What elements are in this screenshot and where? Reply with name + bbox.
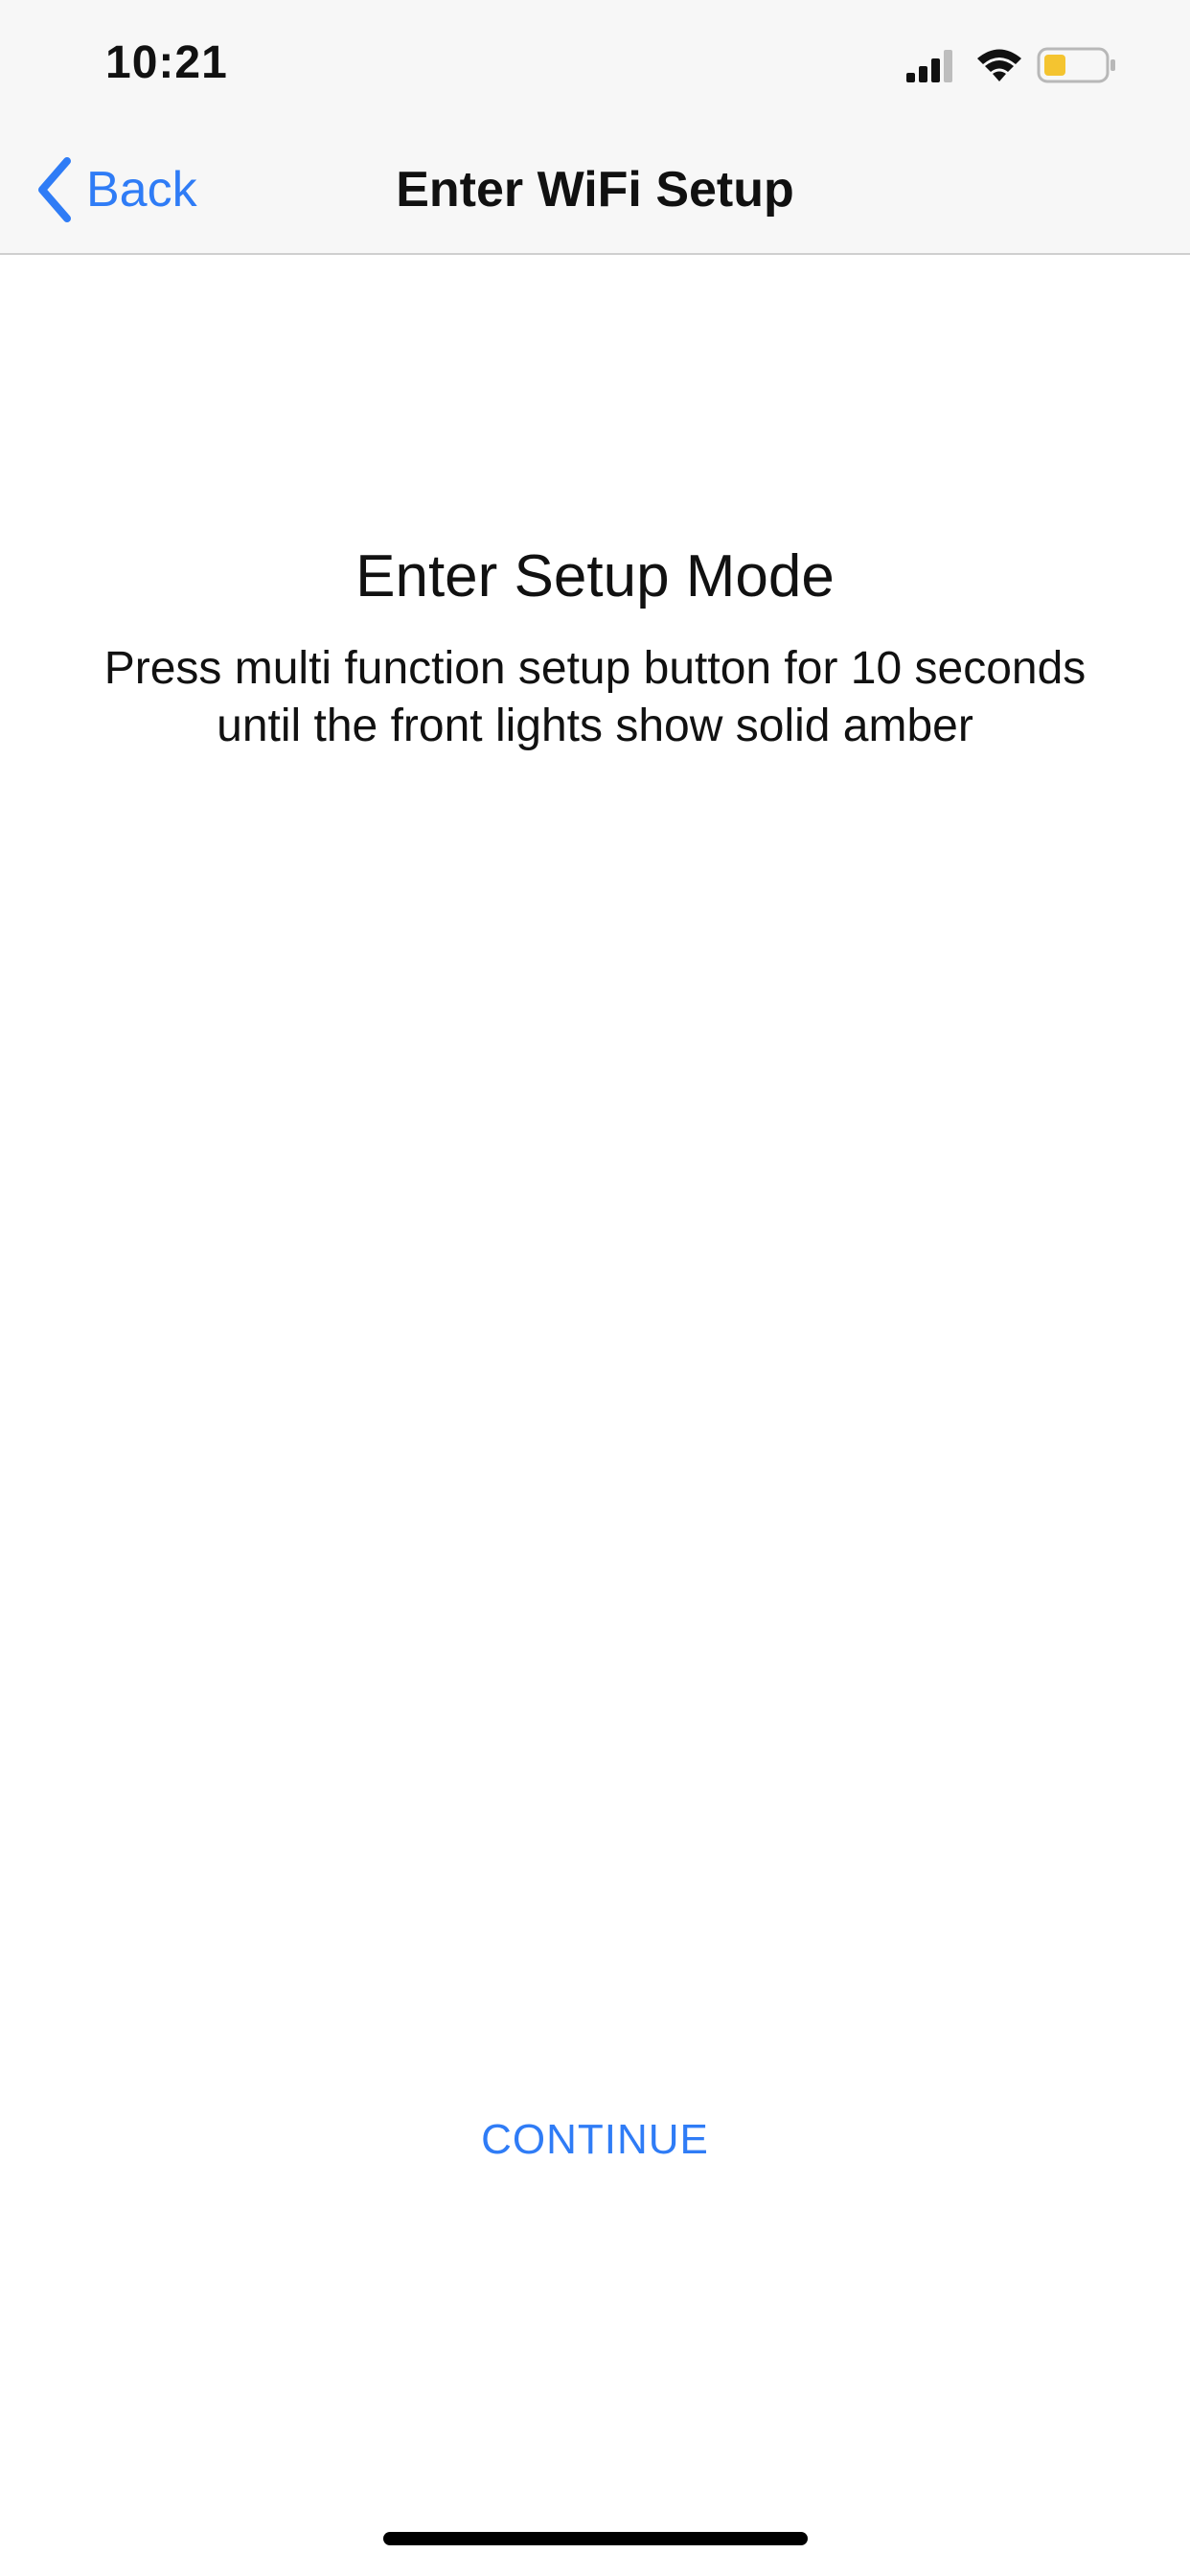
setup-mode-heading: Enter Setup Mode — [355, 543, 835, 610]
setup-mode-instructions: Press multi function setup button for 10… — [103, 643, 1087, 751]
status-icons — [904, 46, 1134, 84]
wifi-icon — [977, 49, 1021, 81]
cellular-signal-icon — [906, 50, 952, 82]
battery-icon — [1037, 47, 1115, 83]
top-bar: 10:21 Back Enter WiFi Setup — [0, 0, 1190, 255]
status-time: 10:21 — [105, 37, 228, 88]
home-indicator — [383, 2532, 808, 2545]
setup-screen: 10:21 Back Enter WiFi Setup Enter Setup … — [0, 0, 1190, 2576]
continue-button[interactable]: CONTINUE — [403, 2116, 787, 2174]
page-title: Enter WiFi Setup — [396, 162, 794, 218]
